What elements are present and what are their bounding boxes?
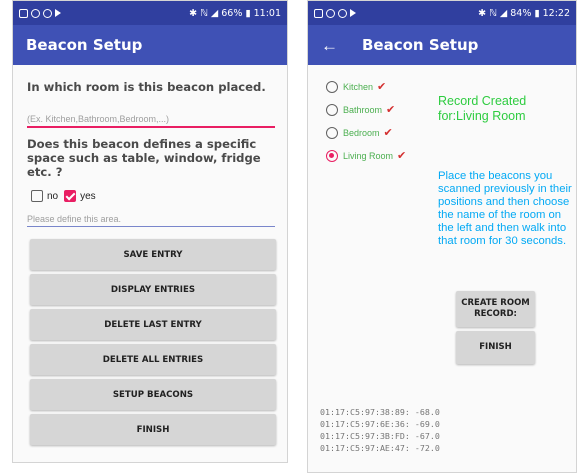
finish-button[interactable]: FINISH	[30, 414, 276, 445]
beacon-reading: 01:17:C5:97:AE:47: -72.0	[320, 443, 440, 453]
room-option-kitchen[interactable]: Kitchen ✔	[326, 80, 386, 93]
app-bar: Beacon Setup	[13, 25, 287, 65]
room-input[interactable]: (Ex. Kitchen,Bathroom,Bedroom,...)	[27, 114, 275, 128]
notification-icon	[43, 8, 52, 18]
yes-checkbox[interactable]	[64, 190, 77, 202]
beacon-readings-list: 01:17:C5:97:38:89: -68.0 01:17:C5:97:6E:…	[320, 406, 440, 454]
radio-button-selected[interactable]	[326, 149, 338, 162]
checkmark-icon: ✔	[377, 80, 387, 93]
save-entry-button[interactable]: SAVE ENTRY	[30, 239, 276, 270]
delete-all-entries-button[interactable]: DELETE ALL ENTRIES	[30, 344, 276, 375]
area-input[interactable]: Please define this area.	[27, 214, 275, 227]
no-checkbox-label: no	[47, 190, 59, 202]
checkmark-icon: ✔	[386, 103, 396, 116]
radio-button[interactable]	[326, 126, 338, 139]
status-bar: ✱ ℕ ◢ 66% ▮ 11:01	[13, 1, 287, 25]
room-label: Bathroom	[343, 104, 383, 115]
notification-icon	[326, 8, 335, 18]
setup-beacons-button[interactable]: SETUP BEACONS	[30, 379, 276, 410]
area-question: Does this beacon defines a specific spac…	[27, 137, 261, 179]
beacon-reading: 01:17:C5:97:38:89: -68.0	[320, 407, 440, 417]
status-info: ✱ ℕ ◢ 84% ▮ 12:22	[478, 7, 570, 19]
yes-checkbox-label: yes	[80, 190, 96, 202]
room-question: In which room is this beacon placed.	[27, 80, 266, 94]
room-record-screen: ✱ ℕ ◢ 84% ▮ 12:22 ← Beacon Setup Kitchen…	[307, 0, 577, 473]
checkmark-icon: ✔	[383, 126, 393, 139]
play-store-icon	[350, 9, 356, 17]
record-created-message: Record Created for:Living Room	[438, 94, 527, 123]
page-title: Beacon Setup	[362, 36, 479, 54]
room-label: Living Room	[343, 150, 394, 161]
beacon-reading: 01:17:C5:97:3B:FD: -67.0	[320, 431, 440, 441]
gallery-icon	[19, 8, 28, 18]
radio-button[interactable]	[326, 80, 338, 93]
display-entries-button[interactable]: DISPLAY ENTRIES	[30, 274, 276, 305]
gallery-icon	[314, 8, 323, 18]
status-bar: ✱ ℕ ◢ 84% ▮ 12:22	[308, 1, 576, 25]
notification-icon	[31, 8, 40, 18]
room-label: Kitchen	[343, 81, 374, 92]
room-label: Bedroom	[343, 127, 380, 138]
radio-button[interactable]	[326, 103, 338, 116]
finish-button[interactable]: FINISH	[456, 331, 535, 364]
create-room-record-button[interactable]: CREATE ROOM RECORD:	[456, 291, 535, 327]
delete-last-entry-button[interactable]: DELETE LAST ENTRY	[30, 309, 276, 340]
room-option-bathroom[interactable]: Bathroom ✔	[326, 103, 395, 116]
room-option-living-room[interactable]: Living Room ✔	[326, 149, 406, 162]
no-checkbox[interactable]	[31, 190, 43, 202]
play-store-icon	[55, 9, 61, 17]
app-bar: ← Beacon Setup	[308, 25, 576, 65]
back-arrow-icon[interactable]: ←	[321, 37, 338, 54]
notification-icon	[338, 8, 347, 18]
setup-screen-left: ✱ ℕ ◢ 66% ▮ 11:01 Beacon Setup In which …	[12, 0, 288, 463]
area-checkbox-group: no yes	[31, 190, 102, 202]
page-title: Beacon Setup	[26, 36, 143, 54]
room-option-bedroom[interactable]: Bedroom ✔	[326, 126, 393, 139]
beacon-reading: 01:17:C5:97:6E:36: -69.0	[320, 419, 440, 429]
checkmark-icon: ✔	[397, 149, 407, 162]
instructions-text: Place the beacons you scanned previously…	[438, 170, 572, 247]
status-info: ✱ ℕ ◢ 66% ▮ 11:01	[189, 7, 281, 19]
